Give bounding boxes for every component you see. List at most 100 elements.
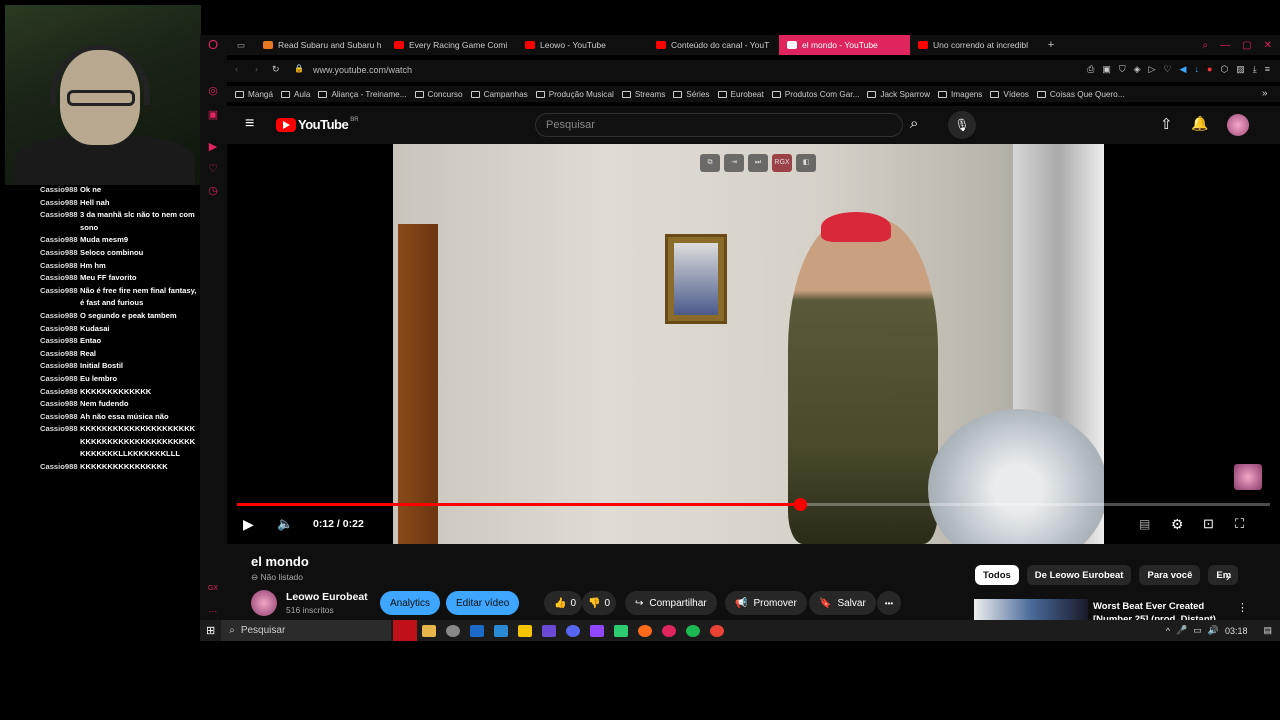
heart-icon[interactable]: ♡ [1163, 64, 1171, 75]
video-frame[interactable] [393, 144, 1104, 544]
bookmark-item[interactable]: Campanhas [470, 90, 528, 99]
vscode-icon[interactable] [494, 624, 509, 637]
tab-2[interactable]: Leowo - YouTube [517, 35, 648, 55]
voice-search-icon[interactable]: 🎙 [948, 111, 976, 139]
back-icon[interactable]: ‹ [235, 64, 238, 74]
dislike-button[interactable]: 👎 0 [582, 591, 617, 615]
promote-button[interactable]: 📢 Promover [725, 591, 807, 615]
taskbar-app-green-icon[interactable] [614, 624, 629, 637]
bookmark-item[interactable]: Produtos Com Gar... [771, 90, 859, 99]
play-icon[interactable]: ▶ [243, 516, 254, 533]
settings-icon[interactable]: ⚙ [1171, 516, 1184, 533]
bookmark-item[interactable]: Mangá [235, 90, 273, 99]
bookmark-item[interactable]: Concurso [414, 90, 463, 99]
avatar[interactable] [1227, 114, 1249, 136]
bookmark-item[interactable]: Eurobeat [717, 90, 764, 99]
notifications-icon[interactable]: 🔔 [1191, 115, 1208, 132]
aria-icon[interactable]: ◎ [207, 85, 219, 97]
gx-icon[interactable]: GX [207, 583, 219, 595]
popout-icon[interactable]: ⧉ [700, 154, 720, 172]
taskbar-app-red[interactable] [393, 620, 418, 641]
chip-2[interactable]: Para você [1139, 565, 1201, 585]
bookmark-item[interactable]: Séries [673, 90, 710, 99]
twitch-icon[interactable] [590, 624, 605, 637]
tab-1[interactable]: Every Racing Game Comi [386, 35, 517, 55]
url-input[interactable]: www.youtube.com/watch [313, 65, 412, 75]
youtube-logo[interactable]: YouTube BR [276, 117, 359, 132]
subtitles-icon[interactable]: ▤ [1139, 517, 1150, 531]
share-button[interactable]: ↪ Compartilhar [625, 591, 717, 615]
channel-name[interactable]: Leowo Eurobeat [286, 591, 368, 603]
compact-icon[interactable]: ◧ [796, 154, 816, 172]
bookmark-item[interactable]: Produção Musical [535, 90, 614, 99]
edit-video-button[interactable]: Editar vídeo [446, 591, 520, 615]
microphone-icon[interactable]: 🎤 [1176, 625, 1187, 636]
tab-3[interactable]: Conteúdo do canal - YouT [648, 35, 779, 55]
steam-icon[interactable] [470, 624, 485, 637]
close-window-icon[interactable]: ✕ [1264, 40, 1272, 51]
notification-center-icon[interactable]: ▤ [1263, 625, 1272, 636]
chip-0[interactable]: Todos [975, 565, 1019, 585]
profile-icon[interactable]: ▨ [1236, 64, 1245, 75]
rgx-button[interactable]: RGX [772, 154, 792, 172]
network-icon[interactable]: ▭ [1193, 625, 1202, 636]
firefox-icon[interactable] [638, 624, 653, 637]
opera-gx-icon[interactable] [662, 624, 677, 637]
extensions-icon[interactable]: ⬡ [1220, 64, 1228, 75]
bookmark-item[interactable]: Vídeos [990, 90, 1029, 99]
opera-logo-icon[interactable]: O [207, 38, 219, 51]
bookmark-item[interactable]: Aula [281, 90, 310, 99]
wallet-icon[interactable]: ▣ [207, 109, 219, 121]
menu-icon[interactable]: ≡ [1265, 64, 1270, 75]
new-tab-button[interactable]: + [1041, 39, 1061, 51]
taskbar-app-purple-icon[interactable] [542, 624, 557, 637]
search-input[interactable]: Pesquisar [535, 113, 903, 137]
like-button[interactable]: 👍 0 [544, 591, 583, 615]
forward-icon[interactable]: › [255, 64, 258, 74]
maximize-icon[interactable]: ▢ [1242, 40, 1251, 51]
bookmark-item[interactable]: Aliança - Treiname... [318, 90, 407, 99]
chip-1[interactable]: De Leowo Eurobeat [1026, 565, 1132, 585]
bookmark-item[interactable]: Imagens [938, 90, 982, 99]
shield-icon[interactable]: ⛉ [1119, 64, 1126, 75]
volume-icon[interactable]: ◀ [1180, 64, 1187, 75]
tab-overview-icon[interactable]: ▭ [227, 40, 255, 51]
chips-next-icon[interactable]: › [1226, 570, 1230, 584]
chip-3[interactable]: Em [1208, 565, 1239, 585]
hamburger-menu-icon[interactable]: ≡ [245, 115, 254, 133]
bookmarks-heart-icon[interactable]: ♡ [207, 163, 219, 175]
save-icon[interactable]: ⤓ [1253, 64, 1257, 75]
download-icon[interactable]: ↓ [1194, 64, 1199, 75]
chrome-icon[interactable] [710, 624, 725, 637]
windows-start-icon[interactable]: ⊞ [206, 624, 215, 637]
more-actions-button[interactable]: ••• [877, 591, 901, 615]
bookmark-item[interactable]: Coisas Que Quero... [1036, 90, 1125, 99]
progress-scrubber[interactable] [793, 498, 807, 511]
detach-icon[interactable]: ⇥ [724, 154, 744, 172]
bookmarks-overflow-icon[interactable]: » [1262, 88, 1268, 99]
vpn-icon[interactable]: ◈ [1134, 64, 1141, 75]
player-icon[interactable]: ▶ [207, 141, 219, 153]
pin-icon[interactable]: ▣ [1102, 64, 1111, 75]
clock[interactable]: 03:18 [1225, 626, 1248, 636]
taskbar-app-icon[interactable] [446, 624, 461, 637]
upload-icon[interactable]: ⇧ [1160, 115, 1173, 133]
recommended-menu-icon[interactable]: ⋮ [1237, 601, 1248, 614]
tray-chevron-icon[interactable]: ^ [1166, 626, 1170, 636]
minimize-icon[interactable]: — [1220, 40, 1230, 51]
tab-4[interactable]: el mondo - YouTube [779, 35, 910, 55]
snapshot-icon[interactable]: ⎙ [1087, 64, 1094, 75]
bookmark-item[interactable]: Streams [621, 90, 665, 99]
history-icon[interactable]: ◷ [207, 185, 219, 197]
analytics-button[interactable]: Analytics [380, 591, 441, 615]
tab-5[interactable]: Uno correndo at incredibl [910, 35, 1041, 55]
speaker-icon[interactable]: 🔊 [1208, 625, 1219, 636]
file-explorer-icon[interactable] [422, 624, 437, 637]
search-tabs-icon[interactable]: ⌕ [1203, 40, 1209, 51]
skip-icon[interactable]: ⏭ [748, 154, 768, 172]
save-button[interactable]: 🔖 Salvar [809, 591, 876, 615]
taskbar-app-yellow-icon[interactable] [518, 624, 533, 637]
player-mini-icon[interactable]: ▷ [1149, 64, 1156, 75]
sidebar-more-icon[interactable]: … [207, 603, 219, 615]
tab-0[interactable]: Read Subaru and Subaru h [255, 35, 386, 55]
